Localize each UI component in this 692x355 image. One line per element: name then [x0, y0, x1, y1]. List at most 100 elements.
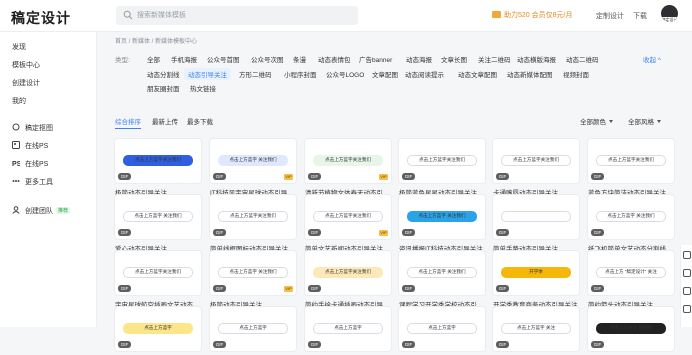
- template-card[interactable]: 点击上方蓝字关注我们 GIF 卡通嘴唇动态引导关注: [493, 139, 579, 197]
- template-card[interactable]: 点击上方蓝字 GIF: [399, 307, 485, 355]
- filter-tag-active[interactable]: 动态引导关注: [184, 68, 231, 80]
- template-card[interactable]: 点击上方蓝字关注我们 GIF VIP 清新节植物文体春天动态引...: [305, 139, 391, 197]
- template-thumbnail[interactable]: GIF: [493, 195, 579, 239]
- filter-tag[interactable]: 热文链接: [190, 83, 216, 93]
- template-thumbnail[interactable]: 点击上方蓝字 关注我们 GIF: [115, 195, 201, 239]
- filter-tag[interactable]: 关注二维码: [478, 54, 511, 64]
- filter-tag[interactable]: 动态阅读提示: [405, 69, 444, 79]
- template-thumbnail[interactable]: 点击上方蓝字关注我们 GIF: [115, 251, 201, 295]
- sort-tab-latest[interactable]: 最新上传: [152, 116, 178, 126]
- avatar[interactable]: 稿定设计: [661, 5, 678, 22]
- template-card[interactable]: 点击上方蓝字 关注我们 GIF 纸飞机简单文艺动态分割线: [588, 195, 674, 253]
- template-card[interactable]: 点击上方蓝字关注我们 GIF VIP 简单文艺新闻动态引导关注: [305, 195, 391, 253]
- template-card[interactable]: 点击上方蓝字关注我们 GIF 简约手绘卡通插画动态引导...: [305, 251, 391, 309]
- template-thumbnail[interactable]: 点击上方蓝字关注我们 GIF: [399, 139, 485, 183]
- template-thumbnail[interactable]: 点击上方蓝字 关注我们 GIF: [399, 195, 485, 239]
- template-thumbnail[interactable]: 点击上方蓝字关注我们 GIF: [493, 139, 579, 183]
- template-card[interactable]: 点击上方蓝字关注我们 GIF 极简蓝色星星动态引导关注: [399, 139, 485, 197]
- template-card[interactable]: 点击上方蓝字关注我们 GIF 宇宙星球航空插画文艺动态...: [115, 251, 201, 309]
- template-thumbnail[interactable]: 点击上方蓝字 GIF: [399, 307, 485, 351]
- filter-tag[interactable]: 动态表情包: [318, 54, 351, 64]
- gif-badge: GIF: [308, 173, 321, 180]
- search-input[interactable]: 搜索新媒体模板: [137, 10, 186, 20]
- filter-tag[interactable]: 公众号LOGO: [326, 69, 364, 79]
- vip-promo[interactable]: 助力520 会员仅8元/月: [492, 10, 572, 20]
- collapse-toggle[interactable]: 收起 ^: [643, 54, 661, 64]
- template-thumbnail[interactable]: 点击上方蓝字 关注我们 GIF: [588, 195, 674, 239]
- template-card[interactable]: 点击上方蓝字 关注我们 GIF VIP 极简动态引导关注: [210, 251, 296, 309]
- filter-tag[interactable]: 动态二维码: [566, 54, 599, 64]
- template-thumbnail[interactable]: 点击上方蓝字 关注我们 GIF VIP: [210, 251, 296, 295]
- sidebar-item-more-tools[interactable]: 更多工具: [12, 177, 53, 187]
- sidebar-item-discover[interactable]: 发现: [12, 42, 26, 52]
- sort-tab-downloads[interactable]: 最多下载: [187, 116, 213, 126]
- template-card[interactable]: 点击上方蓝字 GIF: [115, 307, 201, 355]
- template-card[interactable]: 点击上方蓝字 关注 GIF: [493, 307, 579, 355]
- template-thumbnail[interactable]: 点击上方蓝字 GIF: [210, 307, 296, 351]
- breadcrumb[interactable]: 首页 / 新媒体 / 新媒体模板中心: [115, 36, 197, 45]
- filter-tag[interactable]: 全部: [147, 54, 160, 64]
- template-card[interactable]: 点击上方蓝字 关注我们 GIF 资讯播报IT科技动态引导关注: [399, 195, 485, 253]
- template-thumbnail[interactable]: 点击上方蓝字关注我们 GIF: [115, 139, 201, 183]
- template-thumbnail[interactable]: 开学季 GIF: [493, 251, 579, 295]
- template-thumbnail[interactable]: 点击上方蓝字 关注我们 GIF: [399, 251, 485, 295]
- feedback-icon[interactable]: [683, 287, 691, 295]
- template-thumbnail[interactable]: 点击上方蓝字 关注 GIF: [493, 307, 579, 351]
- template-card[interactable]: 点击上方蓝字 GIF: [210, 307, 296, 355]
- template-thumbnail[interactable]: 点击上方蓝字 GIF: [115, 307, 201, 351]
- filter-tag[interactable]: 广告banner: [359, 54, 392, 64]
- template-card[interactable]: 点击上方蓝字 关注我们 GIF VIP IT科技风宇宙星球动态引导...: [210, 139, 296, 197]
- sidebar-item-mine[interactable]: 我的: [12, 96, 26, 106]
- template-thumbnail[interactable]: 点击上方蓝字关注我们 GIF VIP: [305, 195, 391, 239]
- sidebar-item-cutout[interactable]: 稿定抠图: [12, 123, 53, 133]
- template-thumbnail[interactable]: 点击上方 "稿定设计" 关注 GIF: [588, 251, 674, 295]
- message-icon[interactable]: [683, 269, 691, 277]
- template-thumbnail[interactable]: 点击上方蓝字关注我们 GIF VIP: [305, 139, 391, 183]
- sidebar-item-online-ps[interactable]: PS 在线PS: [12, 159, 48, 169]
- template-thumbnail[interactable]: 点击上方蓝字 关注我们 GIF VIP: [210, 139, 296, 183]
- filter-tag[interactable]: 动态新媒体配图: [507, 69, 553, 79]
- template-card[interactable]: 点击上方蓝字 关注我们 GIF 课程学习开学季学校动态引...: [399, 251, 485, 309]
- filter-tag[interactable]: 小程序封面: [284, 69, 317, 79]
- template-thumbnail[interactable]: 点击上方蓝字关注我们 GIF: [210, 195, 296, 239]
- app-logo[interactable]: 稿定设计: [11, 8, 71, 28]
- template-card[interactable]: GIF 简单手势动态引导关注: [493, 195, 579, 253]
- top-icon[interactable]: [683, 305, 691, 313]
- filter-tag[interactable]: 动态横版海报: [517, 54, 556, 64]
- template-thumbnail[interactable]: 点击上方蓝字关注我们 GIF: [588, 139, 674, 183]
- template-thumbnail[interactable]: 点击上方蓝字 GIF: [305, 307, 391, 351]
- sidebar-item-create-design[interactable]: 创建设计: [12, 78, 40, 88]
- template-thumbnail[interactable]: 点击上方蓝字关注我们 GIF: [305, 251, 391, 295]
- template-card[interactable]: 点击上方蓝字 GIF: [305, 307, 391, 355]
- filter-tag[interactable]: 文章配图: [372, 69, 398, 79]
- filter-tag[interactable]: 视频封面: [563, 69, 589, 79]
- filter-tag[interactable]: 手机海报: [171, 54, 197, 64]
- template-card[interactable]: 点击上方蓝字关注我们 GIF 蓝色方块简洁动态引导关注: [588, 139, 674, 197]
- template-thumbnail[interactable]: 点击上方关注 新媒体 GIF: [588, 307, 674, 351]
- template-card[interactable]: 点击上方蓝字 关注我们 GIF 爱心动态引导关注: [115, 195, 201, 253]
- search-box[interactable]: 搜索新媒体模板: [116, 6, 358, 25]
- filter-tag[interactable]: 公众号首图: [207, 54, 240, 64]
- filter-tag[interactable]: 文章长图: [441, 54, 467, 64]
- download-link[interactable]: 下载: [633, 11, 647, 21]
- headset-icon[interactable]: [683, 251, 691, 259]
- template-card[interactable]: 点击上方关注 新媒体 GIF: [588, 307, 674, 355]
- filter-tag[interactable]: 朋友圈封面: [147, 83, 180, 93]
- filter-tag[interactable]: 方形二维码: [239, 69, 272, 79]
- filter-tag[interactable]: 动态分割线: [147, 69, 180, 79]
- template-card[interactable]: 点击上方蓝字关注我们 GIF 极简动态引导关注: [115, 139, 201, 197]
- style-filter[interactable]: 全部风格: [628, 116, 661, 126]
- template-card[interactable]: 点击上方蓝字关注我们 GIF 简单线框图标动态引导关注: [210, 195, 296, 253]
- custom-design-link[interactable]: 定制设计: [596, 11, 624, 21]
- sidebar-item-template-center[interactable]: 模板中心: [12, 60, 40, 70]
- filter-tag[interactable]: 条漫: [293, 54, 306, 64]
- sidebar-item-create-team[interactable]: 创建团队 推荐: [12, 206, 71, 216]
- filter-tag[interactable]: 公众号次图: [251, 54, 284, 64]
- sort-tab-default[interactable]: 综合排序: [115, 116, 141, 129]
- template-card[interactable]: 点击上方 "稿定设计" 关注 GIF 简约箭头动态引导关注: [588, 251, 674, 309]
- template-card[interactable]: 开学季 GIF 开学季教育商务动态引导关注: [493, 251, 579, 309]
- color-filter[interactable]: 全部颜色: [580, 116, 613, 126]
- filter-tag[interactable]: 动态海报: [406, 54, 432, 64]
- filter-tag[interactable]: 动态文章配图: [458, 69, 497, 79]
- sidebar-item-online-image[interactable]: 在线PS: [12, 141, 48, 151]
